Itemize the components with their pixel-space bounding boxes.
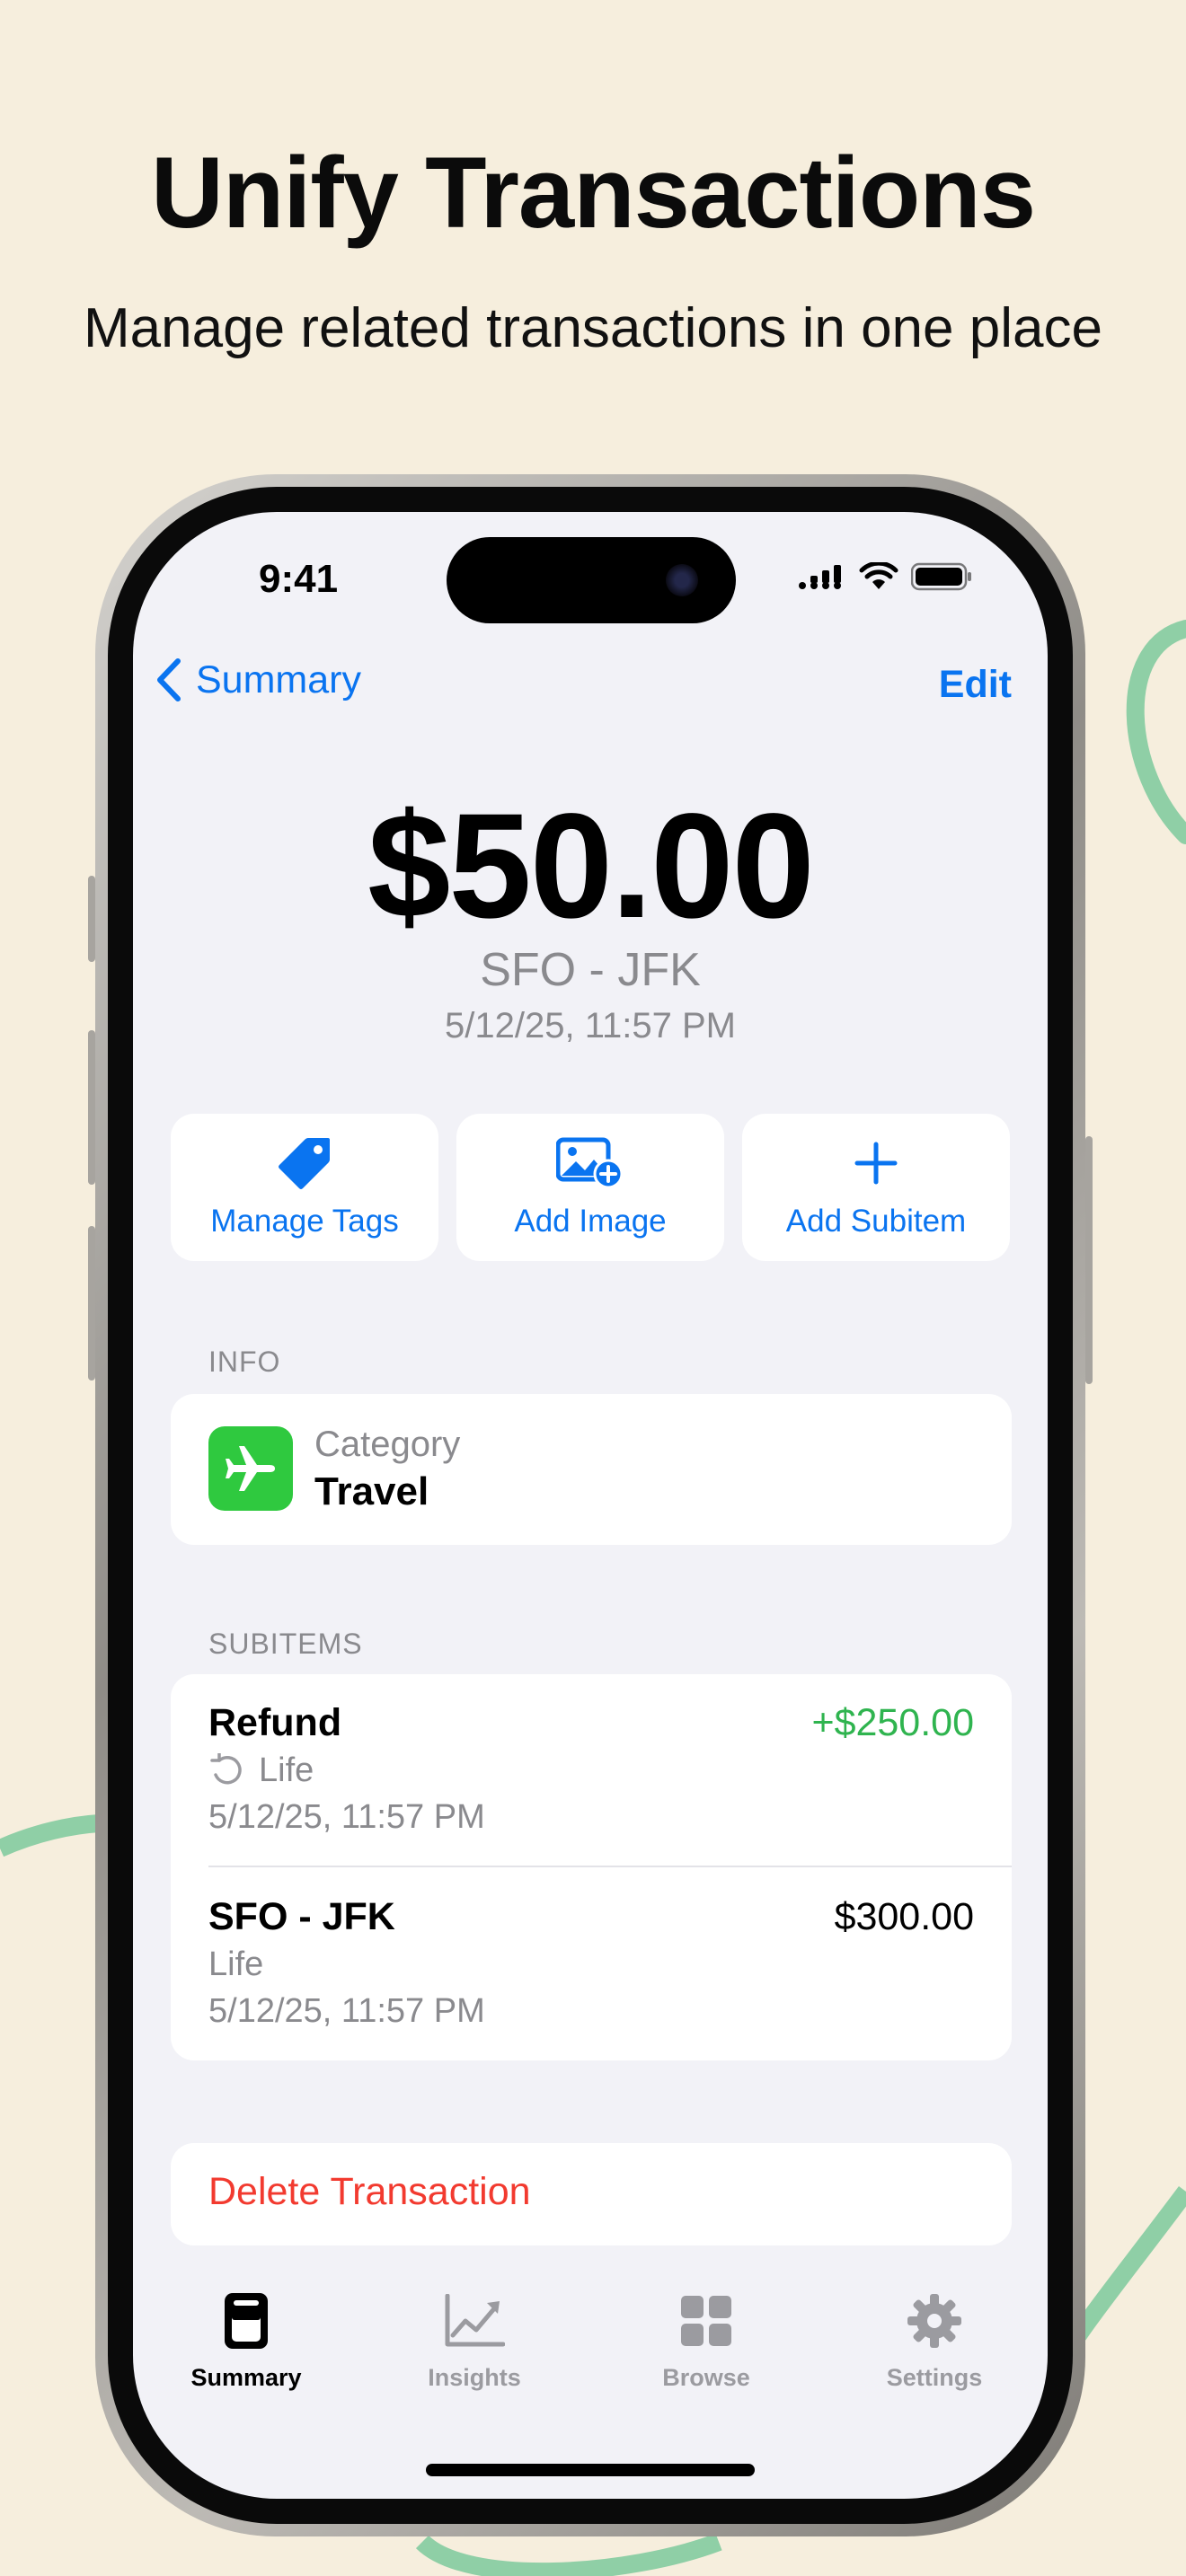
- cellular-signal-icon: [799, 565, 841, 589]
- phone-screen: 9:41 Summary Edit $50.00 SFO - JFK 5/12/…: [133, 512, 1048, 2499]
- add-image-button[interactable]: Add Image: [456, 1114, 724, 1261]
- subitem-amount: $300.00: [834, 1895, 974, 1938]
- category-row[interactable]: Category Travel: [171, 1394, 1012, 1545]
- subitems-list: Refund +$250.00 Life 5/12/25, 11:57 PM S…: [171, 1674, 1012, 2060]
- add-subitem-label: Add Subitem: [785, 1204, 967, 1239]
- add-image-label: Add Image: [514, 1204, 667, 1239]
- battery-icon: [911, 562, 971, 591]
- chevron-left-icon: [157, 658, 181, 701]
- gear-icon: [907, 2294, 961, 2348]
- row-divider: [208, 1866, 1012, 1867]
- subitem-amount: +$250.00: [811, 1701, 974, 1744]
- airplane-icon: [226, 1446, 275, 1491]
- status-icons: [798, 562, 972, 591]
- home-indicator: [426, 2464, 755, 2476]
- info-section-header: INFO: [208, 1345, 281, 1378]
- subitem-date: 5/12/25, 11:57 PM: [208, 1798, 485, 1836]
- volume-down-button: [88, 1226, 95, 1381]
- headline: Unify Transactions: [150, 137, 1036, 249]
- plus-icon: [854, 1142, 898, 1185]
- subitems-section-header: SUBITEMS: [208, 1628, 363, 1660]
- subitem-name: Refund: [208, 1701, 342, 1744]
- tag-icon: [279, 1138, 330, 1189]
- manage-tags-label: Manage Tags: [210, 1204, 399, 1239]
- tab-browse-label: Browse: [662, 2364, 750, 2391]
- transaction-title: SFO - JFK: [480, 944, 701, 996]
- action-button: [88, 876, 95, 962]
- subitem-category: Life: [208, 1945, 263, 1984]
- tab-summary[interactable]: Summary: [156, 2289, 336, 2392]
- subitem-row[interactable]: Refund +$250.00 Life 5/12/25, 11:57 PM: [171, 1674, 1012, 1867]
- delete-transaction-label: Delete Transaction: [208, 2170, 531, 2213]
- subitem-row[interactable]: SFO - JFK $300.00 Life 5/12/25, 11:57 PM: [171, 1868, 1012, 2060]
- tab-settings-label: Settings: [886, 2364, 983, 2391]
- tab-insights-label: Insights: [428, 2364, 521, 2391]
- summary-icon: [225, 2293, 268, 2349]
- category-value: Travel: [314, 1469, 429, 1513]
- category-icon-tile: [208, 1426, 293, 1511]
- add-image-icon: [556, 1137, 624, 1189]
- subheadline: Manage related transactions in one place: [84, 297, 1102, 359]
- category-caption: Category: [314, 1425, 461, 1464]
- subitem-name: SFO - JFK: [208, 1895, 395, 1938]
- volume-up-button: [88, 1030, 95, 1185]
- delete-transaction-button[interactable]: Delete Transaction: [171, 2143, 1012, 2245]
- tab-insights[interactable]: Insights: [385, 2289, 564, 2392]
- edit-button[interactable]: Edit: [939, 663, 1012, 707]
- manage-tags-button[interactable]: Manage Tags: [171, 1114, 438, 1261]
- transaction-date: 5/12/25, 11:57 PM: [445, 1006, 736, 1045]
- chart-icon: [445, 2294, 505, 2347]
- status-time: 9:41: [259, 557, 339, 601]
- back-button-label: Summary: [196, 657, 361, 701]
- subitem-category: Life: [208, 1751, 314, 1790]
- back-button[interactable]: Summary: [151, 656, 361, 704]
- tab-summary-label: Summary: [190, 2364, 302, 2391]
- tab-settings[interactable]: Settings: [845, 2289, 1024, 2392]
- dynamic-island: [447, 537, 736, 623]
- subitem-category-label: Life: [208, 1945, 264, 1983]
- wifi-icon: [859, 562, 898, 589]
- power-button: [1085, 1136, 1093, 1384]
- recurring-icon: [210, 1752, 242, 1784]
- subitem-date: 5/12/25, 11:57 PM: [208, 1992, 485, 2030]
- camera-icon: [666, 564, 698, 596]
- add-subitem-button[interactable]: Add Subitem: [742, 1114, 1010, 1261]
- grid-icon: [681, 2296, 731, 2346]
- subitem-category-label: Life: [259, 1751, 314, 1789]
- transaction-amount: $50.00: [367, 783, 815, 949]
- tab-browse[interactable]: Browse: [616, 2289, 796, 2392]
